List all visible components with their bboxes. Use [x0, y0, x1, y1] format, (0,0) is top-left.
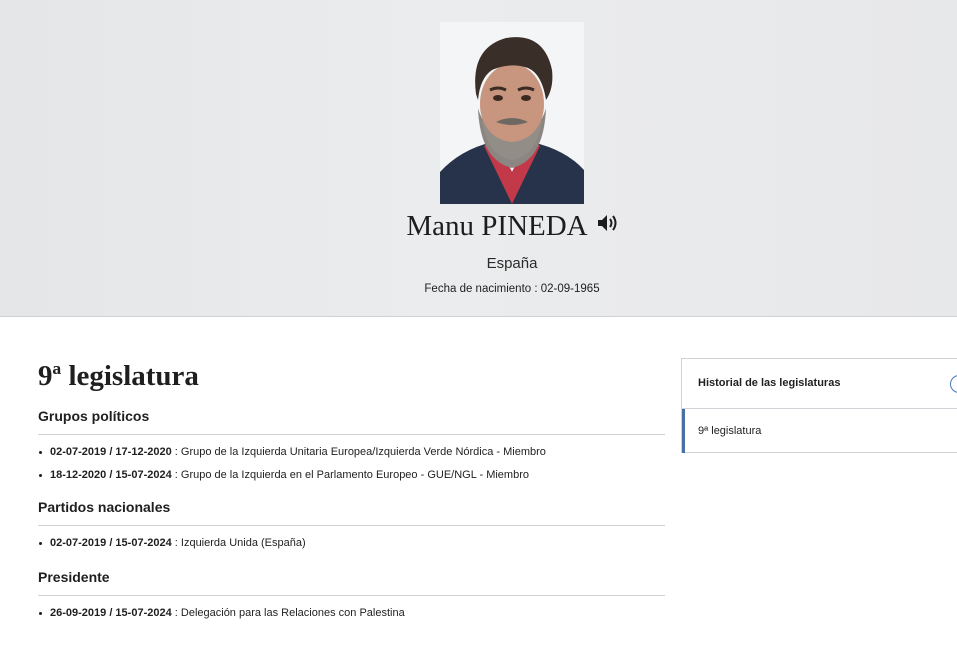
- chair-section: Presidente 26-09-2019 / 15-07-2024 : Del…: [38, 569, 665, 619]
- name-row: Manu PINEDA: [0, 210, 957, 243]
- entry-dates: 02-07-2019 / 15-07-2024: [50, 537, 172, 549]
- entry-list: 02-07-2019 / 15-07-2024 : Izquierda Unid…: [38, 537, 665, 549]
- entry-list: 26-09-2019 / 15-07-2024 : Delegación par…: [38, 607, 665, 619]
- entry-text: Izquierda Unida (España): [180, 537, 306, 549]
- entry-dates: 18-12-2020 / 15-07-2024: [50, 469, 172, 481]
- section-title: Presidente: [38, 569, 665, 596]
- profile-header: Manu PINEDA España Fecha de nacimiento :…: [0, 0, 957, 317]
- section-title: Grupos políticos: [38, 408, 665, 435]
- list-item: 02-07-2019 / 15-07-2024 : Izquierda Unid…: [38, 537, 665, 549]
- list-item: 18-12-2020 / 15-07-2024 : Grupo de la Iz…: [38, 469, 665, 481]
- entry-dates: 02-07-2019 / 17-12-2020: [50, 446, 172, 458]
- entry-text: Delegación para las Relaciones con Pales…: [180, 607, 405, 619]
- entry-separator: :: [171, 607, 181, 619]
- entry-separator: :: [171, 469, 181, 481]
- section-title: Partidos nacionales: [38, 499, 665, 526]
- entry-list: 02-07-2019 / 17-12-2020 : Grupo de la Iz…: [38, 446, 665, 481]
- mep-portrait: [440, 22, 584, 204]
- political-groups-section: Grupos políticos 02-07-2019 / 17-12-2020…: [38, 408, 665, 481]
- birth-date: 02-09-1965: [540, 283, 600, 295]
- active-indicator: [682, 409, 685, 453]
- term-history-header[interactable]: Historial de las legislaturas: [682, 359, 957, 409]
- speaker-icon[interactable]: [596, 213, 618, 238]
- term-title: 9ª legislatura: [38, 360, 199, 392]
- entry-text: Grupo de la Izquierda Unitaria Europea/I…: [180, 446, 546, 458]
- entry-separator: :: [171, 537, 181, 549]
- expand-toggle-icon[interactable]: [950, 375, 957, 393]
- term-history-title: Historial de las legislaturas: [698, 377, 841, 389]
- term-details: 9ª legislatura Grupos políticos 02-07-20…: [38, 358, 665, 630]
- country: España: [486, 255, 538, 272]
- term-history-item[interactable]: 9ª legislatura: [682, 409, 957, 453]
- term-history-panel: Historial de las legislaturas 9ª legisla…: [681, 358, 957, 453]
- list-item: 02-07-2019 / 17-12-2020 : Grupo de la Iz…: [38, 446, 665, 458]
- portrait-image: [440, 22, 584, 204]
- entry-text: Grupo de la Izquierda en el Parlamento E…: [180, 469, 529, 481]
- list-item: 26-09-2019 / 15-07-2024 : Delegación par…: [38, 607, 665, 619]
- birth-label: Fecha de nacimiento: [424, 283, 532, 295]
- term-history-item-label: 9ª legislatura: [698, 425, 762, 437]
- birth-date-line: Fecha de nacimiento : 02-09-1965: [0, 283, 957, 295]
- national-parties-section: Partidos nacionales 02-07-2019 / 15-07-2…: [38, 499, 665, 549]
- entry-separator: :: [171, 446, 181, 458]
- mep-name: Manu PINEDA: [406, 210, 588, 242]
- entry-dates: 26-09-2019 / 15-07-2024: [50, 607, 172, 619]
- birth-separator: :: [531, 283, 541, 295]
